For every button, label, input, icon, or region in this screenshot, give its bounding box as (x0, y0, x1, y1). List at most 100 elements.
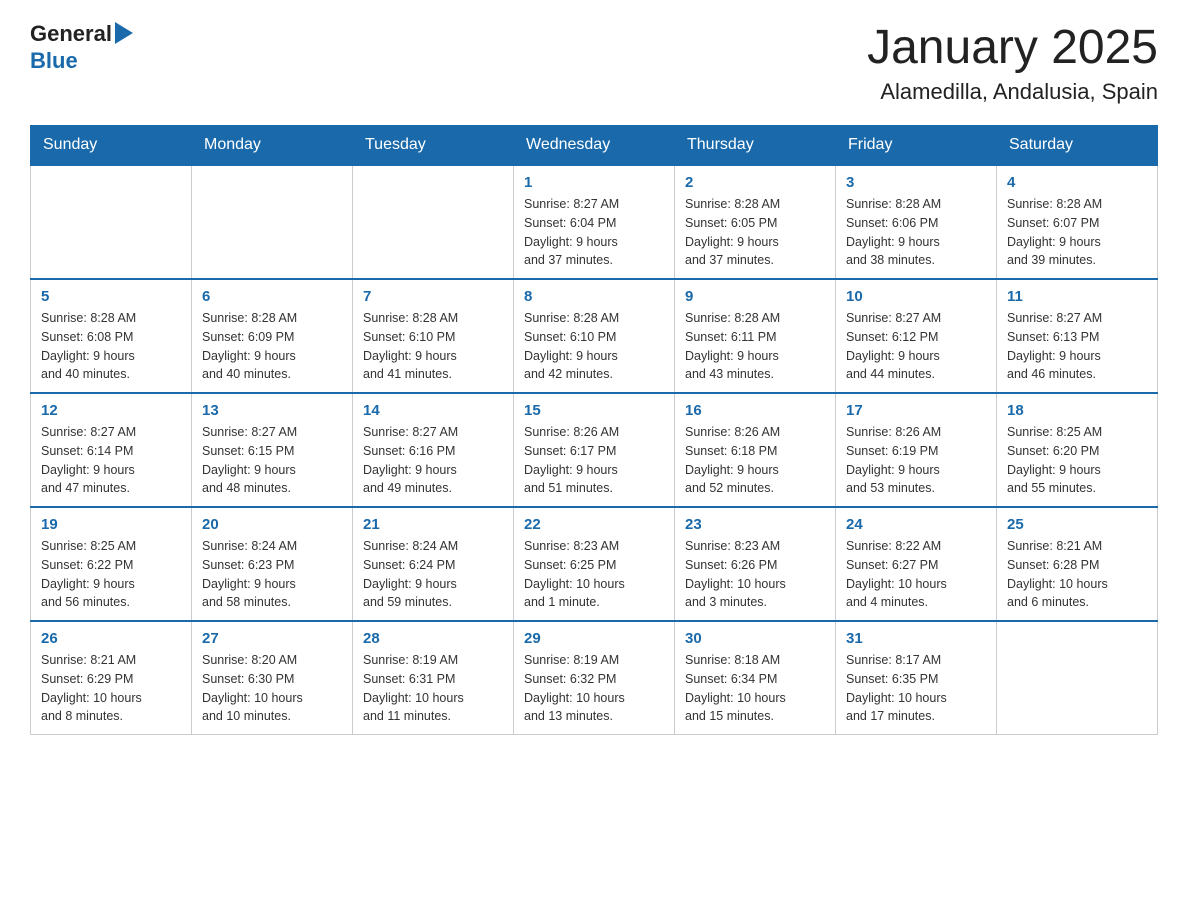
page-header: General Blue January 2025 Alamedilla, An… (30, 20, 1158, 105)
weekday-header-monday: Monday (192, 126, 353, 166)
calendar-cell: 6Sunrise: 8:28 AMSunset: 6:09 PMDaylight… (192, 279, 353, 393)
week-row-5: 26 Sunrise: 8:21 AMSunset: 6:29 PMDayligh… (31, 621, 1158, 735)
day-info: Sunrise: 8:25 AMSunset: 6:20 PMDaylight:… (1007, 423, 1147, 498)
day-number: 17 (846, 402, 986, 419)
day-number: 23 (685, 516, 825, 533)
day-info: Sunrise: 8:28 AMSunset: 6:06 PMDaylight:… (846, 195, 986, 270)
day-number: 8 (524, 288, 664, 305)
calendar-cell: 14 Sunrise: 8:27 AMSunset: 6:16 PMDayligh… (353, 393, 514, 507)
day-number: 11 (1007, 288, 1147, 305)
calendar-cell: 30Sunrise: 8:18 AMSunset: 6:34 PMDayligh… (675, 621, 836, 735)
week-row-1: 1 Sunrise: 8:27 AMSunset: 6:04 PMDaylight… (31, 165, 1158, 279)
calendar-cell: 13Sunrise: 8:27 AMSunset: 6:15 PMDayligh… (192, 393, 353, 507)
day-info: Sunrise: 8:28 AMSunset: 6:10 PMDaylight:… (363, 309, 503, 384)
calendar-cell: 11Sunrise: 8:27 AMSunset: 6:13 PMDayligh… (997, 279, 1158, 393)
day-info: Sunrise: 8:24 AMSunset: 6:24 PMDaylight:… (363, 537, 503, 612)
logo-general: General (30, 22, 112, 46)
calendar-cell: 12Sunrise: 8:27 AMSunset: 6:14 PMDayligh… (31, 393, 192, 507)
weekday-header-thursday: Thursday (675, 126, 836, 166)
day-number: 31 (846, 630, 986, 647)
day-number: 5 (41, 288, 181, 305)
calendar-cell: 25 Sunrise: 8:21 AMSunset: 6:28 PMDayligh… (997, 507, 1158, 621)
day-info: Sunrise: 8:27 AMSunset: 6:15 PMDaylight:… (202, 423, 342, 498)
calendar-cell: 28 Sunrise: 8:19 AMSunset: 6:31 PMDayligh… (353, 621, 514, 735)
day-number: 26 (41, 630, 181, 647)
day-info: Sunrise: 8:28 AMSunset: 6:07 PMDaylight:… (1007, 195, 1147, 270)
day-number: 15 (524, 402, 664, 419)
calendar-cell: 24 Sunrise: 8:22 AMSunset: 6:27 PMDayligh… (836, 507, 997, 621)
week-row-4: 19Sunrise: 8:25 AMSunset: 6:22 PMDayligh… (31, 507, 1158, 621)
calendar-cell: 3 Sunrise: 8:28 AMSunset: 6:06 PMDaylight… (836, 165, 997, 279)
day-number: 9 (685, 288, 825, 305)
logo-arrow-icon (115, 22, 133, 44)
day-info: Sunrise: 8:26 AMSunset: 6:19 PMDaylight:… (846, 423, 986, 498)
calendar-cell: 16Sunrise: 8:26 AMSunset: 6:18 PMDayligh… (675, 393, 836, 507)
day-info: Sunrise: 8:21 AMSunset: 6:29 PMDaylight:… (41, 651, 181, 726)
calendar-cell: 31Sunrise: 8:17 AMSunset: 6:35 PMDayligh… (836, 621, 997, 735)
calendar-cell (192, 165, 353, 279)
location-title: Alamedilla, Andalusia, Spain (867, 79, 1158, 105)
calendar-cell: 26 Sunrise: 8:21 AMSunset: 6:29 PMDayligh… (31, 621, 192, 735)
weekday-header-wednesday: Wednesday (514, 126, 675, 166)
calendar-cell: 29 Sunrise: 8:19 AMSunset: 6:32 PMDayligh… (514, 621, 675, 735)
weekday-header-friday: Friday (836, 126, 997, 166)
day-info: Sunrise: 8:19 AMSunset: 6:32 PMDaylight:… (524, 651, 664, 726)
calendar-cell: 1 Sunrise: 8:27 AMSunset: 6:04 PMDaylight… (514, 165, 675, 279)
day-number: 21 (363, 516, 503, 533)
day-info: Sunrise: 8:20 AMSunset: 6:30 PMDaylight:… (202, 651, 342, 726)
calendar-cell: 19Sunrise: 8:25 AMSunset: 6:22 PMDayligh… (31, 507, 192, 621)
day-number: 18 (1007, 402, 1147, 419)
calendar-cell: 15 Sunrise: 8:26 AMSunset: 6:17 PMDayligh… (514, 393, 675, 507)
calendar-cell: 27 Sunrise: 8:20 AMSunset: 6:30 PMDayligh… (192, 621, 353, 735)
logo: General Blue (30, 20, 133, 73)
weekday-header-saturday: Saturday (997, 126, 1158, 166)
calendar-cell (997, 621, 1158, 735)
day-info: Sunrise: 8:18 AMSunset: 6:34 PMDaylight:… (685, 651, 825, 726)
calendar-cell: 17 Sunrise: 8:26 AMSunset: 6:19 PMDayligh… (836, 393, 997, 507)
day-info: Sunrise: 8:22 AMSunset: 6:27 PMDaylight:… (846, 537, 986, 612)
day-number: 16 (685, 402, 825, 419)
day-info: Sunrise: 8:25 AMSunset: 6:22 PMDaylight:… (41, 537, 181, 612)
day-info: Sunrise: 8:21 AMSunset: 6:28 PMDaylight:… (1007, 537, 1147, 612)
logo-blue: Blue (30, 49, 133, 73)
day-number: 14 (363, 402, 503, 419)
day-number: 3 (846, 174, 986, 191)
calendar-cell: 23 Sunrise: 8:23 AMSunset: 6:26 PMDayligh… (675, 507, 836, 621)
calendar-header-row: SundayMondayTuesdayWednesdayThursdayFrid… (31, 126, 1158, 166)
calendar-cell: 7 Sunrise: 8:28 AMSunset: 6:10 PMDaylight… (353, 279, 514, 393)
weekday-header-tuesday: Tuesday (353, 126, 514, 166)
day-number: 22 (524, 516, 664, 533)
day-number: 6 (202, 288, 342, 305)
calendar-cell (31, 165, 192, 279)
week-row-3: 12Sunrise: 8:27 AMSunset: 6:14 PMDayligh… (31, 393, 1158, 507)
weekday-header-sunday: Sunday (31, 126, 192, 166)
month-title: January 2025 (867, 20, 1158, 75)
day-number: 24 (846, 516, 986, 533)
day-number: 29 (524, 630, 664, 647)
day-number: 20 (202, 516, 342, 533)
day-info: Sunrise: 8:19 AMSunset: 6:31 PMDaylight:… (363, 651, 503, 726)
day-number: 25 (1007, 516, 1147, 533)
calendar-cell: 18 Sunrise: 8:25 AMSunset: 6:20 PMDayligh… (997, 393, 1158, 507)
day-info: Sunrise: 8:27 AMSunset: 6:12 PMDaylight:… (846, 309, 986, 384)
day-number: 1 (524, 174, 664, 191)
day-number: 12 (41, 402, 181, 419)
calendar-cell: 21 Sunrise: 8:24 AMSunset: 6:24 PMDayligh… (353, 507, 514, 621)
calendar-cell: 22Sunrise: 8:23 AMSunset: 6:25 PMDayligh… (514, 507, 675, 621)
day-number: 28 (363, 630, 503, 647)
calendar-cell: 10 Sunrise: 8:27 AMSunset: 6:12 PMDayligh… (836, 279, 997, 393)
day-number: 7 (363, 288, 503, 305)
calendar-cell: 9Sunrise: 8:28 AMSunset: 6:11 PMDaylight… (675, 279, 836, 393)
title-block: January 2025 Alamedilla, Andalusia, Spai… (867, 20, 1158, 105)
day-number: 10 (846, 288, 986, 305)
day-info: Sunrise: 8:26 AMSunset: 6:17 PMDaylight:… (524, 423, 664, 498)
calendar-cell: 4 Sunrise: 8:28 AMSunset: 6:07 PMDaylight… (997, 165, 1158, 279)
day-info: Sunrise: 8:27 AMSunset: 6:16 PMDaylight:… (363, 423, 503, 498)
calendar-cell (353, 165, 514, 279)
day-number: 2 (685, 174, 825, 191)
day-info: Sunrise: 8:23 AMSunset: 6:26 PMDaylight:… (685, 537, 825, 612)
day-number: 4 (1007, 174, 1147, 191)
day-number: 27 (202, 630, 342, 647)
day-info: Sunrise: 8:27 AMSunset: 6:04 PMDaylight:… (524, 195, 664, 270)
calendar-table: SundayMondayTuesdayWednesdayThursdayFrid… (30, 125, 1158, 735)
